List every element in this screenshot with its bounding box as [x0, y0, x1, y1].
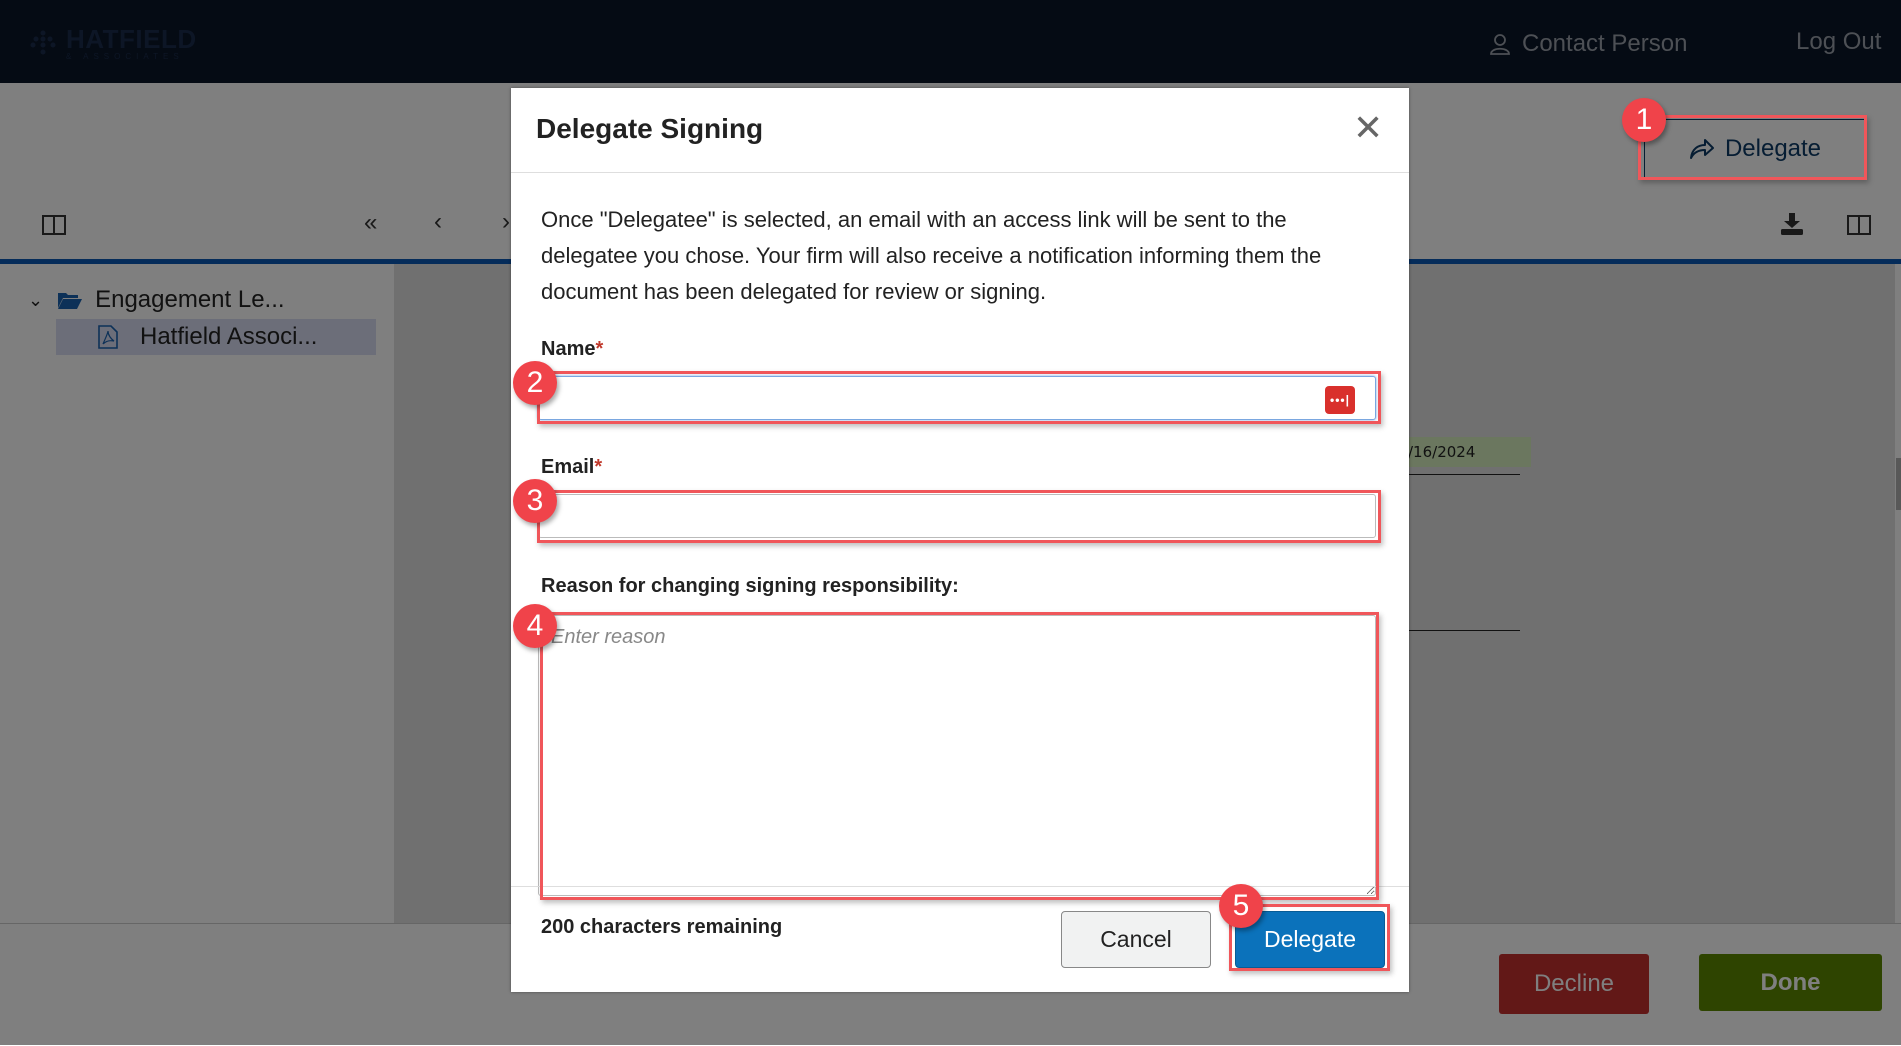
characters-remaining-counter: 200 characters remaining [541, 916, 783, 938]
dialog-title: Delegate Signing [536, 113, 764, 144]
email-input[interactable] [538, 494, 1376, 538]
delegate-signing-dialog: Delegate Signing ✕ Once "Delegatee" is s… [511, 88, 1409, 992]
annotation-badge: 2 [513, 361, 557, 405]
password-manager-icon[interactable]: •••| [1325, 386, 1355, 414]
required-marker: * [595, 338, 604, 360]
dialog-description: Once "Delegatee" is selected, an email w… [541, 207, 1322, 304]
reason-field-label: Reason for changing signing responsibili… [541, 575, 959, 597]
dialog-header: Delegate Signing ✕ [511, 88, 1409, 173]
close-icon[interactable]: ✕ [1353, 110, 1383, 146]
annotation-badge: 1 [1622, 98, 1666, 142]
annotation-badge: 3 [513, 479, 557, 523]
cancel-button[interactable]: Cancel [1061, 911, 1211, 968]
email-field-label: Email* [541, 456, 603, 478]
annotation-badge: 4 [513, 604, 557, 648]
annotation-badge: 5 [1219, 884, 1263, 928]
reason-textarea[interactable] [538, 615, 1376, 896]
dialog-footer-divider [511, 886, 1409, 887]
required-marker: * [594, 456, 603, 478]
name-input[interactable] [538, 376, 1376, 420]
name-field-label: Name* [541, 338, 604, 360]
